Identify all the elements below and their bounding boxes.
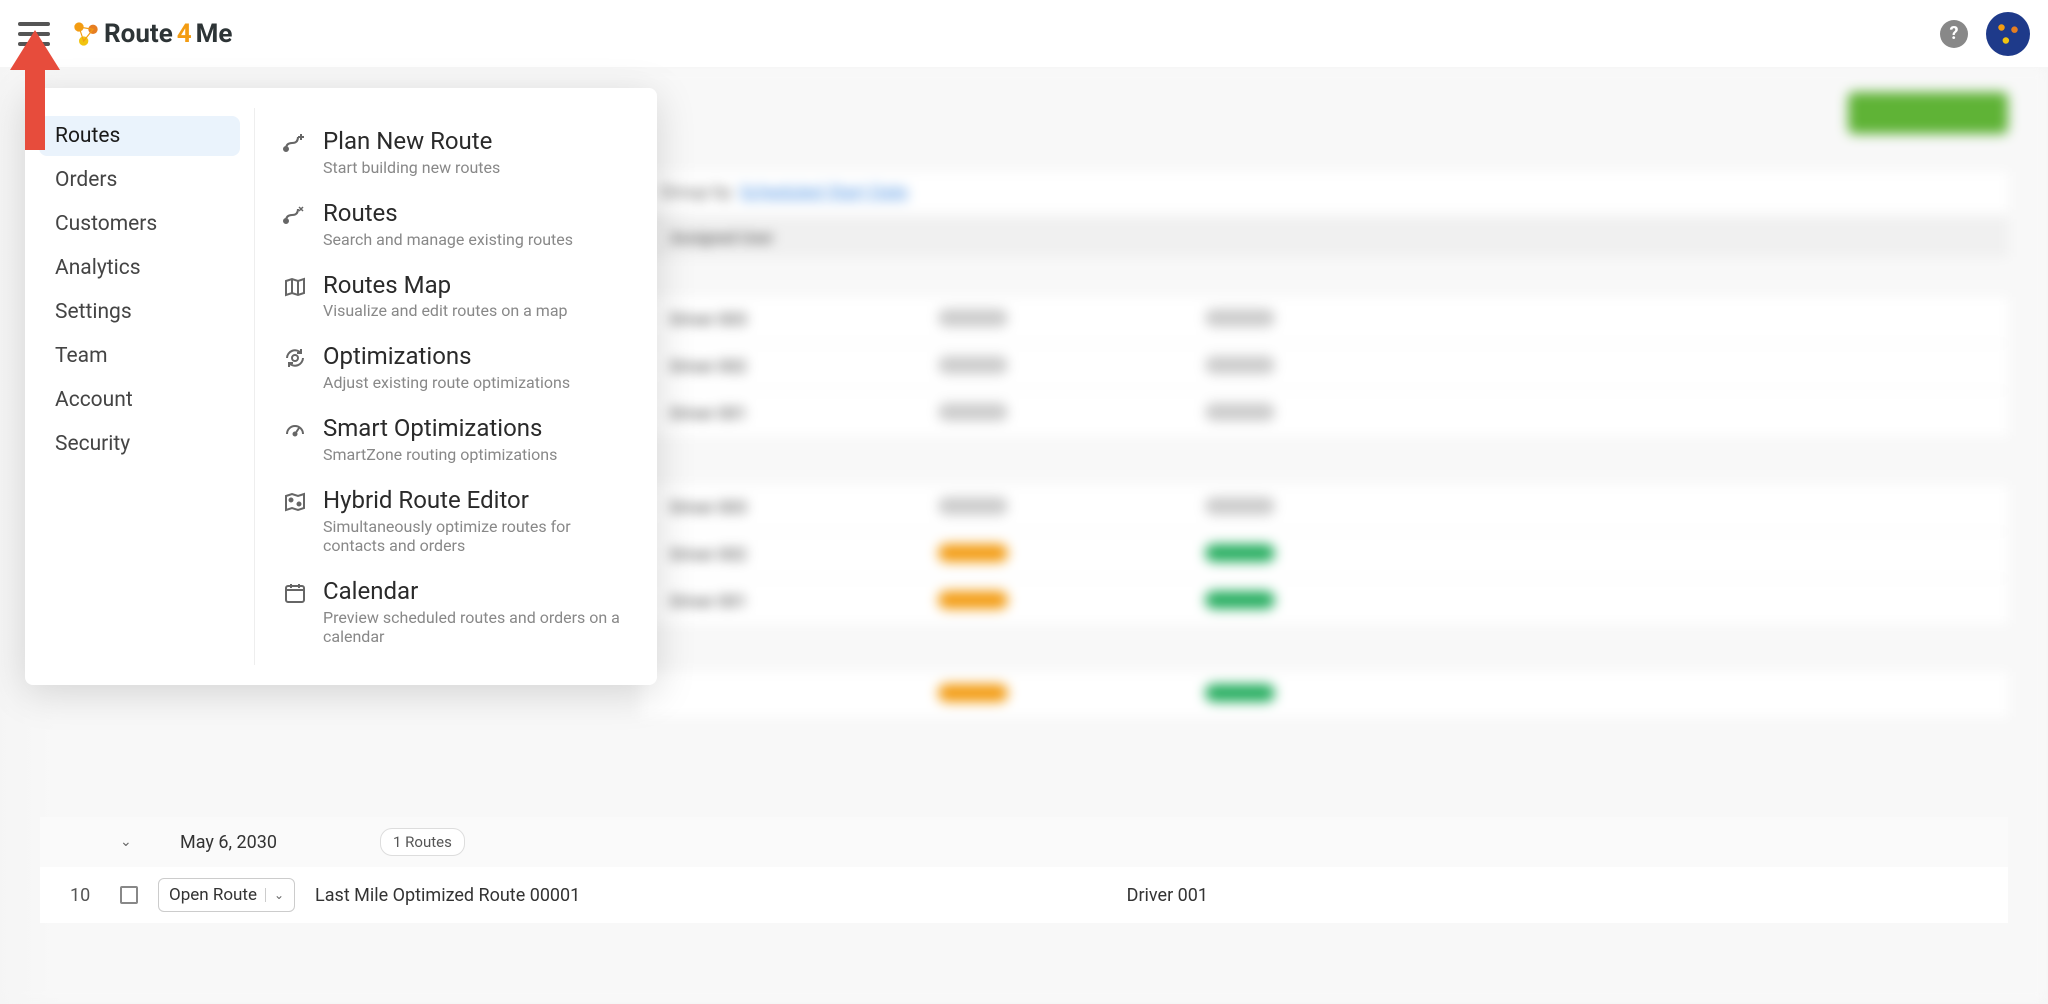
entry-title: Routes: [323, 199, 573, 228]
group-date: May 6, 2030: [180, 832, 340, 853]
nav-menu-panel: Routes Orders Customers Analytics Settin…: [25, 88, 657, 685]
brand-logo[interactable]: Route4Me: [72, 19, 232, 49]
gear-refresh-icon: [283, 346, 307, 370]
group-by-value[interactable]: Scheduled Start Date: [739, 182, 907, 203]
nav-entry-plan-new-route[interactable]: Plan New Route Start building new routes: [283, 116, 629, 188]
assigned-driver: Driver 001: [1127, 885, 1208, 906]
group-by-label: Group by: [660, 182, 731, 203]
route-plus-icon: [283, 131, 307, 155]
brand-text-me: Me: [196, 19, 233, 49]
entry-subtitle: Search and manage existing routes: [323, 230, 573, 249]
entry-title: Smart Optimizations: [323, 414, 557, 443]
entry-subtitle: SmartZone routing optimizations: [323, 445, 557, 464]
brand-text-route: Route: [104, 19, 173, 49]
map-route-icon: [283, 490, 307, 514]
nav-category-analytics[interactable]: Analytics: [39, 248, 240, 288]
primary-action-button[interactable]: [1848, 92, 2008, 134]
group-count-badge: 1 Routes: [380, 828, 465, 856]
open-route-label: Open Route: [169, 885, 257, 905]
nav-menu-entries: Plan New Route Start building new routes…: [255, 108, 657, 665]
brand-text-four: 4: [177, 19, 192, 49]
entry-title: Plan New Route: [323, 127, 500, 156]
help-icon[interactable]: ?: [1940, 20, 1968, 48]
gauge-icon: [283, 418, 307, 442]
row-select-checkbox[interactable]: [120, 886, 138, 904]
nav-category-team[interactable]: Team: [39, 336, 240, 376]
nav-entry-routes-map[interactable]: Routes Map Visualize and edit routes on …: [283, 260, 629, 332]
nav-category-settings[interactable]: Settings: [39, 292, 240, 332]
nav-category-customers[interactable]: Customers: [39, 204, 240, 244]
nav-category-security[interactable]: Security: [39, 424, 240, 464]
nav-menu-categories: Routes Orders Customers Analytics Settin…: [25, 108, 255, 665]
chevron-down-icon[interactable]: ⌄: [265, 888, 284, 902]
nav-entry-smart-optimizations[interactable]: Smart Optimizations SmartZone routing op…: [283, 403, 629, 475]
row-number: 10: [70, 885, 100, 906]
nav-category-account[interactable]: Account: [39, 380, 240, 420]
entry-title: Routes Map: [323, 271, 568, 300]
nav-entry-calendar[interactable]: Calendar Preview scheduled routes and or…: [283, 566, 629, 657]
user-avatar[interactable]: [1986, 12, 2030, 56]
nav-category-routes[interactable]: Routes: [39, 116, 240, 156]
visible-rows-section: ⌄ May 6, 2030 1 Routes 10 Open Route ⌄ L…: [40, 817, 2008, 923]
entry-subtitle: Visualize and edit routes on a map: [323, 301, 568, 320]
open-route-button[interactable]: Open Route ⌄: [158, 878, 295, 912]
map-icon: [283, 275, 307, 299]
entry-title: Calendar: [323, 577, 629, 606]
brand-mark-icon: [72, 20, 100, 48]
route-row[interactable]: 10 Open Route ⌄ Last Mile Optimized Rout…: [40, 867, 2008, 923]
route-name: Last Mile Optimized Route 00001: [315, 885, 580, 906]
top-header: Route4Me ?: [0, 0, 2048, 67]
nav-entry-routes[interactable]: Routes Search and manage existing routes: [283, 188, 629, 260]
calendar-icon: [283, 581, 307, 605]
date-group-row[interactable]: ⌄ May 6, 2030 1 Routes: [40, 817, 2008, 867]
entry-subtitle: Preview scheduled routes and orders on a…: [323, 608, 629, 646]
entry-title: Optimizations: [323, 342, 570, 371]
route-search-icon: [283, 203, 307, 227]
nav-entry-hybrid-route-editor[interactable]: Hybrid Route Editor Simultaneously optim…: [283, 475, 629, 566]
entry-subtitle: Adjust existing route optimizations: [323, 373, 570, 392]
nav-entry-optimizations[interactable]: Optimizations Adjust existing route opti…: [283, 331, 629, 403]
entry-title: Hybrid Route Editor: [323, 486, 629, 515]
chevron-down-icon[interactable]: ⌄: [120, 834, 140, 850]
entry-subtitle: Simultaneously optimize routes for conta…: [323, 517, 629, 555]
col-assigned-user: Assigned User: [670, 228, 938, 247]
nav-category-orders[interactable]: Orders: [39, 160, 240, 200]
annotation-arrow: [10, 30, 60, 150]
entry-subtitle: Start building new routes: [323, 158, 500, 177]
